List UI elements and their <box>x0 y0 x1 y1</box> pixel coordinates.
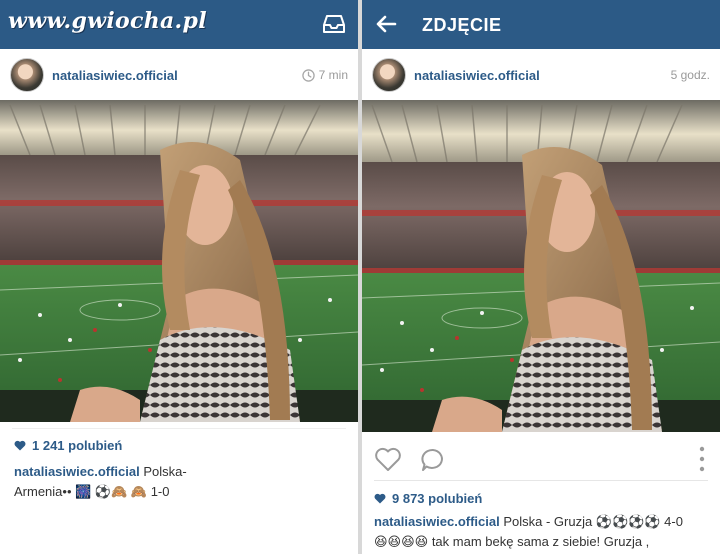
more-options-icon[interactable] <box>698 444 706 474</box>
likes-count[interactable]: 9 873 polubień <box>374 491 482 506</box>
back-arrow-icon[interactable] <box>374 12 398 36</box>
likes-count[interactable]: 1 241 polubień <box>14 438 122 453</box>
post-photo[interactable] <box>362 100 720 432</box>
post-time-text: 5 godz. <box>670 68 710 82</box>
post-time-text: 7 min <box>318 68 348 82</box>
caption-score: 4-0 <box>660 514 683 529</box>
post-time: 7 min <box>301 68 348 82</box>
avatar[interactable] <box>372 58 406 92</box>
caption-line2: 😆😆😆😆 tak mam bekę sama z siebie! Gruzja … <box>374 534 650 549</box>
caption-balls: ⚽⚽⚽⚽ <box>595 514 661 529</box>
post-header: nataliasiwiec.official 7 min <box>0 50 358 100</box>
inbox-icon[interactable] <box>322 13 346 35</box>
likes-text: 1 241 polubień <box>32 438 123 453</box>
post-caption: nataliasiwiec.official Polska-Armenia•• … <box>14 462 214 502</box>
stadium-photo <box>362 100 720 432</box>
caption-username[interactable]: nataliasiwiec.official <box>374 514 500 529</box>
avatar[interactable] <box>10 58 44 92</box>
caption-username[interactable]: nataliasiwiec.official <box>14 464 140 479</box>
post-time: 5 godz. <box>671 68 710 82</box>
post-photo[interactable] <box>0 100 358 422</box>
divider-line <box>374 480 708 481</box>
clock-icon <box>301 68 315 82</box>
stadium-photo <box>0 100 358 422</box>
post-username[interactable]: nataliasiwiec.official <box>52 68 178 83</box>
left-post-panel: www.gwiocha.pl nataliasiwiec.official 7 … <box>0 0 358 554</box>
post-caption: nataliasiwiec.official Polska - Gruzja ⚽… <box>374 512 710 552</box>
post-header: nataliasiwiec.official 5 godz. <box>362 50 720 100</box>
caption-text: Polska - Gruzja <box>499 514 596 529</box>
top-bar: www.gwiocha.pl <box>0 0 358 49</box>
heart-icon <box>14 440 26 451</box>
post-actions <box>362 440 720 476</box>
divider-line <box>12 428 346 429</box>
top-bar: ZDJĘCIE <box>362 0 720 49</box>
heart-outline-icon[interactable] <box>374 446 402 472</box>
post-username[interactable]: nataliasiwiec.official <box>414 68 540 83</box>
heart-icon <box>374 493 386 504</box>
likes-text: 9 873 polubień <box>392 491 483 506</box>
caption-emoji: 🎆 ⚽🙈 🙈 1-0 <box>75 484 170 499</box>
right-post-panel: ZDJĘCIE nataliasiwiec.official 5 godz. 9… <box>362 0 720 554</box>
watermark-logo: www.gwiocha.pl <box>8 8 207 34</box>
comment-bubble-icon[interactable] <box>420 447 446 473</box>
page-title: ZDJĘCIE <box>422 15 502 35</box>
